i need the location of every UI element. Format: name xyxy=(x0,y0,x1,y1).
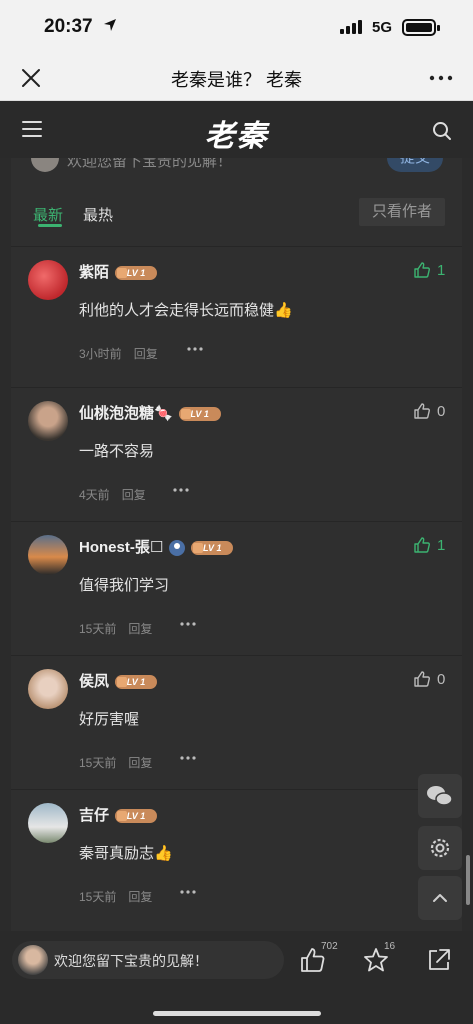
comment-time: 4天前 xyxy=(79,488,110,502)
avatar[interactable] xyxy=(28,535,68,575)
avatar xyxy=(18,945,48,975)
commenter-name[interactable]: 仙桃泡泡糖🍬 LV 1 xyxy=(79,402,221,423)
comment-text: 好厉害喔 xyxy=(79,711,140,728)
chevron-up-icon xyxy=(433,894,447,902)
thumbs-up-icon[interactable] xyxy=(413,536,431,554)
avatar[interactable] xyxy=(28,669,68,709)
share-icon[interactable] xyxy=(426,947,452,973)
more-options-icon[interactable] xyxy=(179,889,197,895)
more-options-icon[interactable] xyxy=(186,346,204,352)
more-options-icon[interactable] xyxy=(179,621,197,627)
reply-button[interactable]: 回复 xyxy=(128,622,152,636)
level-badge: LV 1 xyxy=(115,675,158,690)
more-options-icon[interactable] xyxy=(172,487,190,493)
browser-title-bar: 老秦是谁？ 老秦 xyxy=(0,56,473,101)
commenter-name[interactable]: 紫陌 LV 1 xyxy=(79,261,158,282)
thumbs-up-icon[interactable] xyxy=(413,261,431,279)
reply-button[interactable]: 回复 xyxy=(128,890,152,904)
comments-panel: 欢迎您留下宝贵的见解！ 提交 最新 最热 只看作者 紫陌LV 1 1 利他的人才… xyxy=(11,158,462,931)
like-count: 702 xyxy=(321,941,338,952)
more-options-icon[interactable] xyxy=(179,755,197,761)
submit-button[interactable]: 提交 xyxy=(387,158,443,172)
reply-button[interactable]: 回复 xyxy=(128,756,152,770)
signal-icon xyxy=(340,20,366,34)
back-to-top-button[interactable] xyxy=(418,876,462,920)
commenter-name[interactable]: 侯凤 LV 1 xyxy=(79,670,158,691)
location-arrow-icon xyxy=(104,19,116,31)
search-icon[interactable] xyxy=(432,121,452,141)
comment-meta: 15天前 回复 xyxy=(79,754,152,771)
comment-meta: 4天前 回复 xyxy=(79,486,146,503)
avatar[interactable] xyxy=(28,260,68,300)
comment-text: 值得我们学习 xyxy=(79,577,170,594)
network-type: 5G xyxy=(372,19,393,36)
scrollbar-thumb[interactable] xyxy=(466,855,470,905)
like-count: 0 xyxy=(437,671,446,688)
comment-meta: 3小时前 回复 xyxy=(79,345,158,362)
comment-item: 吉仔 LV 1 秦哥真励志👍 15天前 回复 xyxy=(11,789,462,923)
status-time: 20:37 xyxy=(44,16,93,37)
comment-input-placeholder: 欢迎您留下宝贵的见解！ xyxy=(54,953,208,969)
comment-meta: 15天前 回复 xyxy=(79,888,152,905)
comment-time: 15天前 xyxy=(79,890,117,904)
comment-meta: 15天前 回复 xyxy=(79,620,152,637)
wechat-share-button[interactable] xyxy=(418,774,462,818)
tab-hot[interactable]: 最热 xyxy=(83,204,113,225)
gear-icon xyxy=(430,838,450,858)
wechat-icon xyxy=(427,786,453,806)
comment-text: 秦哥真励志👍 xyxy=(79,845,173,862)
comment-item: Honest-張☐ LV 1 1 值得我们学习 15天前 回复 xyxy=(11,521,462,655)
comment-input[interactable]: 欢迎您留下宝贵的见解！ xyxy=(12,941,284,979)
reply-button[interactable]: 回复 xyxy=(134,347,158,361)
avatar xyxy=(31,158,59,172)
level-badge: LV 1 xyxy=(191,541,234,556)
home-indicator xyxy=(153,1011,321,1016)
commenter-name[interactable]: Honest-張☐ LV 1 xyxy=(79,536,234,557)
thumbs-up-icon[interactable] xyxy=(413,402,431,420)
avatar[interactable] xyxy=(28,401,68,441)
thumbs-up-icon[interactable] xyxy=(413,670,431,688)
battery-icon xyxy=(402,19,440,36)
status-bar: 20:37 5G xyxy=(0,0,473,56)
like-count: 1 xyxy=(437,537,446,554)
like-count: 0 xyxy=(437,403,446,420)
reply-button[interactable]: 回复 xyxy=(122,488,146,502)
comment-text: 利他的人才会走得长远而稳健👍 xyxy=(79,302,293,319)
avatar[interactable] xyxy=(28,803,68,843)
comment-text: 一路不容易 xyxy=(79,443,155,460)
page-title: 老秦是谁？ 老秦 xyxy=(170,70,302,90)
comment-box-peek: 欢迎您留下宝贵的见解！ 提交 xyxy=(31,158,451,174)
comment-item: 仙桃泡泡糖🍬 LV 1 0 一路不容易 4天前 回复 xyxy=(11,387,462,521)
comment-time: 15天前 xyxy=(79,622,117,636)
comment-time: 15天前 xyxy=(79,756,117,770)
level-badge: LV 1 xyxy=(178,407,221,422)
comment-input-placeholder[interactable]: 欢迎您留下宝贵的见解！ xyxy=(67,158,232,171)
commenter-name[interactable]: 吉仔 LV 1 xyxy=(79,804,158,825)
like-count: 1 xyxy=(437,262,446,279)
verified-icon xyxy=(169,540,186,557)
app-header: 老秦 xyxy=(0,101,473,158)
level-badge: LV 1 xyxy=(115,266,158,281)
level-badge: LV 1 xyxy=(115,809,158,824)
active-tab-indicator xyxy=(38,224,62,227)
settings-button[interactable] xyxy=(418,826,462,870)
author-only-button[interactable]: 只看作者 xyxy=(359,198,445,226)
site-logo[interactable]: 老秦 xyxy=(0,111,473,155)
comment-item: 紫陌 LV 1 1 利他的人才会走得长远而稳健👍 3小时前 回复 xyxy=(11,246,462,380)
more-options-icon[interactable] xyxy=(428,68,454,88)
comment-item: 侯凤 LV 1 0 好厉害喔 15天前 回复 xyxy=(11,655,462,789)
tab-latest[interactable]: 最新 xyxy=(33,204,63,225)
favorite-count: 16 xyxy=(384,941,396,952)
comment-time: 3小时前 xyxy=(79,347,122,361)
